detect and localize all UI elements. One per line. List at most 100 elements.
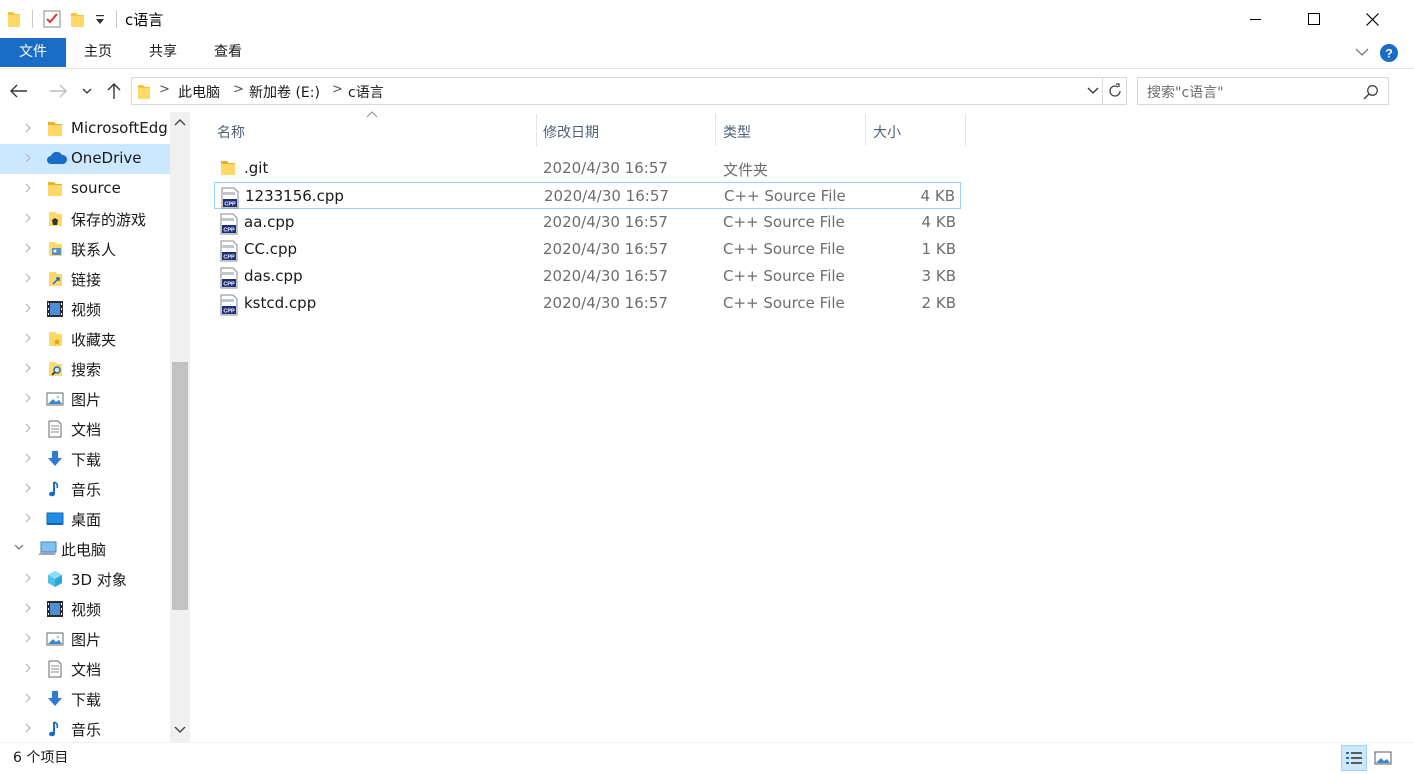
- chevron-right-icon[interactable]: [24, 453, 32, 463]
- chevron-right-icon[interactable]: [24, 723, 32, 733]
- new-folder-icon[interactable]: [70, 10, 86, 28]
- folder-icon: [46, 180, 66, 198]
- nav-item[interactable]: 文档: [0, 654, 170, 684]
- nav-scrollbar[interactable]: [170, 112, 190, 742]
- up-button[interactable]: [101, 78, 127, 104]
- breadcrumb-drive[interactable]: 新加卷 (E:): [249, 82, 320, 102]
- chevron-right-icon[interactable]: [24, 243, 32, 253]
- nav-item-label: 保存的游戏: [71, 211, 147, 229]
- refresh-button[interactable]: [1103, 77, 1127, 105]
- nav-item[interactable]: 收藏夹: [0, 324, 170, 354]
- nav-item[interactable]: 下载: [0, 444, 170, 474]
- properties-icon[interactable]: [43, 10, 61, 28]
- nav-item[interactable]: 联系人: [0, 234, 170, 264]
- nav-item[interactable]: 下载: [0, 684, 170, 714]
- nav-item-label: OneDrive: [71, 149, 142, 167]
- file-row[interactable]: CPP aa.cpp 2020/4/30 16:57 C++ Source File 4…: [214, 209, 961, 236]
- music-icon: [46, 480, 66, 498]
- svg-text:CPP: CPP: [223, 228, 235, 234]
- nav-item[interactable]: 保存的游戏: [0, 204, 170, 234]
- tab-view[interactable]: 查看: [206, 38, 250, 67]
- nav-item[interactable]: 视频: [0, 294, 170, 324]
- tab-share[interactable]: 共享: [141, 38, 185, 67]
- file-type: C++ Source File: [723, 294, 845, 312]
- chevron-right-icon[interactable]: [24, 483, 32, 493]
- file-name: CC.cpp: [244, 240, 298, 258]
- chevron-right-icon[interactable]: [24, 153, 32, 163]
- chevron-right-icon[interactable]: [24, 273, 32, 283]
- chevron-right-icon[interactable]: [24, 573, 32, 583]
- search-input[interactable]: 搜索"c语言": [1137, 77, 1389, 105]
- customize-qat-icon[interactable]: [94, 12, 106, 26]
- forward-button[interactable]: [45, 78, 71, 104]
- chevron-right-icon[interactable]: [24, 633, 32, 643]
- nav-item[interactable]: source: [0, 174, 170, 204]
- breadcrumb-this-pc[interactable]: 此电脑: [178, 82, 220, 102]
- tab-home[interactable]: 主页: [76, 38, 120, 67]
- nav-item[interactable]: 链接: [0, 264, 170, 294]
- video-icon: [46, 300, 66, 318]
- search-icon[interactable]: [1363, 84, 1379, 100]
- chevron-right-icon[interactable]: [24, 183, 32, 193]
- chevron-right-icon[interactable]: [24, 513, 32, 523]
- tab-file[interactable]: 文件: [0, 38, 66, 67]
- svg-text:CPP: CPP: [224, 202, 236, 208]
- back-arrow-icon: [10, 84, 28, 98]
- minimize-button[interactable]: [1227, 0, 1285, 38]
- close-button[interactable]: [1343, 0, 1401, 38]
- nav-item[interactable]: 文档: [0, 414, 170, 444]
- column-header-type[interactable]: 类型: [715, 112, 866, 150]
- chevron-right-icon[interactable]: [24, 363, 32, 373]
- nav-item[interactable]: 桌面: [0, 504, 170, 534]
- nav-item[interactable]: 音乐: [0, 714, 170, 742]
- nav-item[interactable]: 音乐: [0, 474, 170, 504]
- file-date: 2020/4/30 16:57: [543, 294, 668, 312]
- nav-item[interactable]: 搜索: [0, 354, 170, 384]
- file-row[interactable]: CPP das.cpp 2020/4/30 16:57 C++ Source File…: [214, 263, 961, 290]
- breadcrumb-separator[interactable]: >: [332, 82, 343, 97]
- scroll-up-icon[interactable]: [174, 118, 186, 126]
- file-row[interactable]: .git 2020/4/30 16:57 文件夹: [214, 155, 961, 182]
- chevron-right-icon[interactable]: [24, 423, 32, 433]
- nav-item[interactable]: 3D 对象: [0, 564, 170, 594]
- breadcrumb-separator[interactable]: >: [159, 82, 170, 97]
- nav-item[interactable]: 图片: [0, 624, 170, 654]
- details-view-button[interactable]: [1341, 745, 1367, 771]
- address-bar[interactable]: > 此电脑 > 新加卷 (E:) > c语言: [131, 77, 1103, 105]
- chevron-right-icon[interactable]: [24, 603, 32, 613]
- status-bar: 6 个项目: [0, 742, 1414, 774]
- chevron-right-icon[interactable]: [24, 333, 32, 343]
- nav-scrollbar-thumb[interactable]: [172, 362, 188, 610]
- column-header-date[interactable]: 修改日期: [535, 112, 716, 150]
- nav-item[interactable]: 此电脑: [0, 534, 170, 564]
- recent-locations-button[interactable]: [76, 78, 98, 104]
- chevron-right-icon[interactable]: [24, 393, 32, 403]
- breadcrumb-separator[interactable]: >: [233, 82, 244, 97]
- chevron-right-icon[interactable]: [24, 213, 32, 223]
- window-title: c语言: [125, 11, 164, 29]
- nav-item[interactable]: MicrosoftEdg: [0, 114, 170, 144]
- back-button[interactable]: [6, 78, 32, 104]
- breadcrumb-current-folder[interactable]: c语言: [348, 82, 384, 102]
- chevron-right-icon[interactable]: [24, 663, 32, 673]
- help-icon[interactable]: ?: [1380, 44, 1398, 62]
- chevron-right-icon[interactable]: [24, 693, 32, 703]
- nav-item[interactable]: 图片: [0, 384, 170, 414]
- scroll-down-icon[interactable]: [174, 726, 186, 734]
- column-header-size[interactable]: 大小: [865, 112, 966, 150]
- address-dropdown-button[interactable]: [1084, 77, 1102, 105]
- file-row[interactable]: CPP kstcd.cpp 2020/4/30 16:57 C++ Source Fi…: [214, 290, 961, 317]
- expand-ribbon-icon[interactable]: [1354, 46, 1370, 58]
- large-icons-view-button[interactable]: [1370, 745, 1396, 771]
- chevron-down-icon[interactable]: [14, 543, 24, 551]
- nav-item[interactable]: OneDrive: [0, 144, 170, 174]
- chevron-right-icon[interactable]: [24, 123, 32, 133]
- chevron-right-icon[interactable]: [24, 303, 32, 313]
- file-name: 1233156.cpp: [245, 187, 344, 205]
- 3d-objects-icon: [46, 570, 66, 588]
- column-header-name[interactable]: 名称: [209, 111, 537, 150]
- nav-item[interactable]: 视频: [0, 594, 170, 624]
- file-row[interactable]: CPP CC.cpp 2020/4/30 16:57 C++ Source File 1…: [214, 236, 961, 263]
- file-row[interactable]: CPP 1233156.cpp 2020/4/30 16:57 C++ Source …: [214, 182, 961, 209]
- maximize-button[interactable]: [1285, 0, 1343, 38]
